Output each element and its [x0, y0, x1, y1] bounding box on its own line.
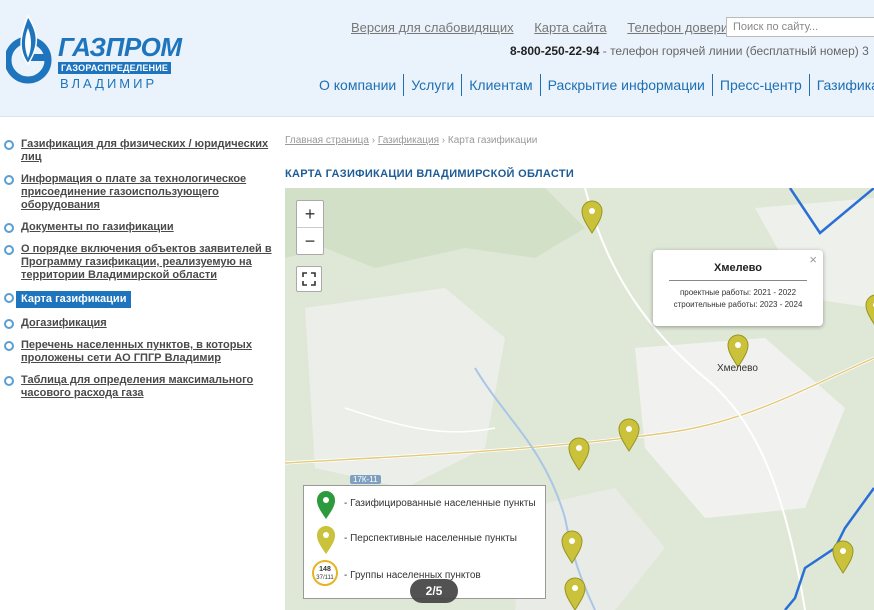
fullscreen-icon	[302, 272, 316, 286]
link-accessible-version[interactable]: Версия для слабовидящих	[351, 20, 514, 35]
bullet-icon	[4, 175, 14, 185]
place-label: Хмелево	[717, 363, 758, 374]
breadcrumb-home[interactable]: Главная страница	[285, 135, 369, 146]
sidebar-item-program-inclusion[interactable]: О порядке включения объектов заявителей …	[4, 243, 274, 282]
nav-item-press[interactable]: Пресс-центр	[713, 74, 810, 96]
nav-item-gasification[interactable]: Газифика	[810, 74, 874, 96]
breadcrumb: Главная страница › Газификация › Карта г…	[285, 135, 538, 146]
bullet-icon	[4, 376, 14, 386]
sidebar-item-label: Перечень населенных пунктов, в которых п…	[21, 339, 252, 364]
zoom-in-button[interactable]: +	[297, 201, 323, 228]
bullet-icon	[4, 293, 14, 303]
popup-title: Хмелево	[669, 262, 807, 281]
sidebar-item-label: Газификация для физических / юридических…	[21, 138, 269, 163]
sidebar-item-documents[interactable]: Документы по газификации	[4, 221, 274, 234]
hotline-number: 8-800-250-22-94	[510, 44, 600, 58]
map-pin-icon[interactable]	[618, 418, 640, 452]
logo-city: ВЛАДИМИР	[60, 76, 158, 91]
bullet-icon	[4, 341, 14, 351]
nav-item-disclosure[interactable]: Раскрытие информации	[541, 74, 713, 96]
gasification-map[interactable]: + − Хмелево 17К-11 × Хмелево проектные р…	[285, 188, 874, 610]
zoom-out-button[interactable]: −	[297, 228, 323, 254]
sidebar-item-connection-fee[interactable]: Информация о плате за технологическое пр…	[4, 173, 274, 212]
link-sitemap[interactable]: Карта сайта	[534, 20, 606, 35]
legend-groups: - Группы населенных пунктов	[344, 570, 481, 581]
map-pin-icon[interactable]	[564, 577, 586, 610]
bullet-icon	[4, 319, 14, 329]
top-links: Версия для слабовидящих Карта сайта Теле…	[351, 20, 752, 35]
yellow-pin-icon	[317, 526, 335, 554]
legend-gasified: - Газифицированные населенные пункты	[344, 498, 536, 509]
road-label: 17К-11	[350, 475, 381, 484]
gazprom-flame-icon	[6, 14, 52, 84]
cluster-icon: 148 37/111	[312, 560, 338, 586]
map-popup: × Хмелево проектные работы: 2021 - 2022 …	[653, 250, 823, 326]
nav-item-services[interactable]: Услуги	[404, 74, 463, 96]
sidebar-item-gasification-map[interactable]: Карта газификации	[4, 291, 274, 308]
map-pin-icon[interactable]	[568, 437, 590, 471]
breadcrumb-section[interactable]: Газификация	[378, 135, 439, 146]
map-pin-icon[interactable]	[865, 294, 874, 328]
bullet-icon	[4, 245, 14, 255]
sidebar-item-label: Догазификация	[21, 317, 107, 329]
map-pin-icon[interactable]	[561, 530, 583, 564]
nav-item-company[interactable]: О компании	[312, 74, 405, 96]
popup-design-works: проектные работы: 2021 - 2022	[679, 288, 797, 297]
zoom-control: + −	[296, 200, 324, 255]
sidebar-item-label: Карта газификации	[16, 291, 132, 308]
bullet-icon	[4, 223, 14, 233]
green-pin-icon	[317, 491, 335, 519]
slide-pager[interactable]: 2/5	[410, 579, 458, 603]
search-input[interactable]: Поиск по сайту...	[726, 17, 874, 37]
bullet-icon	[4, 140, 14, 150]
close-icon[interactable]: ×	[809, 252, 817, 267]
sidebar-item-gas-consumption-table[interactable]: Таблица для определения максимального ча…	[4, 374, 274, 400]
link-trust-phone[interactable]: Телефон доверия	[627, 20, 735, 35]
popup-construction-works: строительные работы: 2023 - 2024	[673, 300, 803, 309]
site-header: ГАЗПРОМ ГАЗОРАСПРЕДЕЛЕНИЕ ВЛАДИМИР Верси…	[0, 0, 874, 117]
hotline-text: - телефон горячей линии (бесплатный номе…	[599, 44, 869, 58]
fullscreen-button[interactable]	[296, 266, 322, 292]
cluster-split: 37/111	[316, 575, 334, 581]
main-nav: О компании Услуги Клиентам Раскрытие инф…	[312, 74, 874, 96]
breadcrumb-current: Карта газификации	[447, 135, 538, 146]
sidebar: Газификация для физических / юридических…	[4, 138, 274, 409]
hotline: 8-800-250-22-94 - телефон горячей линии …	[510, 44, 869, 58]
logo-subtitle: ГАЗОРАСПРЕДЕЛЕНИЕ	[58, 62, 172, 74]
sidebar-item-label: О порядке включения объектов заявителей …	[21, 243, 272, 281]
sidebar-item-settlements-list[interactable]: Перечень населенных пунктов, в которых п…	[4, 339, 274, 365]
page-title: КАРТА ГАЗИФИКАЦИИ ВЛАДИМИРСКОЙ ОБЛАСТИ	[285, 168, 575, 180]
sidebar-item-additional-gasification[interactable]: Догазификация	[4, 317, 274, 330]
sidebar-item-label: Документы по газификации	[21, 221, 174, 233]
sidebar-item-label: Информация о плате за технологическое пр…	[21, 173, 247, 211]
sidebar-item-gasification-persons[interactable]: Газификация для физических / юридических…	[4, 138, 274, 164]
map-pin-icon[interactable]	[832, 540, 854, 574]
legend-prospective: - Перспективные населенные пункты	[344, 533, 517, 544]
logo[interactable]: ГАЗПРОМ ГАЗОРАСПРЕДЕЛЕНИЕ ВЛАДИМИР	[6, 10, 182, 96]
logo-word: ГАЗПРОМ	[58, 32, 182, 62]
cluster-count: 148	[319, 566, 331, 573]
sidebar-item-label: Таблица для определения максимального ча…	[21, 374, 254, 399]
nav-item-clients[interactable]: Клиентам	[462, 74, 541, 96]
map-pin-icon[interactable]	[581, 200, 603, 234]
